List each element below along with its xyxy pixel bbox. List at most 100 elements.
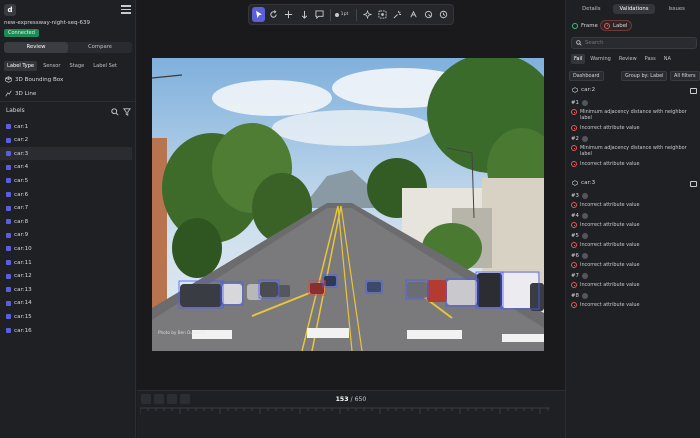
issue-number[interactable]: #8 xyxy=(571,293,588,299)
tab-details[interactable]: Details xyxy=(570,4,613,14)
search-icon[interactable] xyxy=(111,108,119,116)
tab-review[interactable]: Review xyxy=(4,42,68,53)
segment-tool-button[interactable] xyxy=(361,7,374,22)
validation-group-header[interactable]: car:3 xyxy=(572,180,595,186)
tab-sensor[interactable]: Sensor xyxy=(40,61,63,71)
frame-filter-chip[interactable]: Frame xyxy=(569,20,601,31)
issue-number[interactable]: #3 xyxy=(571,193,588,199)
history-icon xyxy=(439,10,448,19)
label-item[interactable]: car:15 xyxy=(0,310,132,323)
history-tool-button[interactable] xyxy=(437,7,450,22)
validation-group-header[interactable]: car:2 xyxy=(572,87,595,93)
left-sidebar: d new-expressway-night-seq-639 Connected… xyxy=(0,0,136,438)
issue-text: Incorrect attribute value xyxy=(580,222,640,228)
label-item[interactable]: car:11 xyxy=(0,256,132,269)
comment-tool-button[interactable] xyxy=(313,7,326,22)
dashboard-button[interactable]: Dashboard xyxy=(569,71,604,81)
comment-icon[interactable] xyxy=(690,181,697,187)
label-item[interactable]: car:16 xyxy=(0,324,132,337)
right-panel: Details Validations Issues Frame Label F… xyxy=(565,0,700,438)
tab-na[interactable]: NA xyxy=(661,54,674,64)
tab-fail[interactable]: Fail xyxy=(571,54,586,64)
tab-pass[interactable]: Pass xyxy=(642,54,659,64)
label-item[interactable]: car:3 xyxy=(0,147,132,161)
track-tool-button[interactable] xyxy=(422,7,435,22)
move-tool-button[interactable] xyxy=(282,7,295,22)
issue-item[interactable]: Incorrect attribute value xyxy=(571,262,695,268)
brush-dot-icon xyxy=(334,12,339,17)
issue-number[interactable]: #6 xyxy=(571,253,588,259)
label-item[interactable]: car:14 xyxy=(0,297,132,310)
error-icon xyxy=(571,109,577,115)
issue-number[interactable]: #2 xyxy=(571,136,588,142)
down-tool-button[interactable] xyxy=(297,7,310,22)
skip-start-button[interactable] xyxy=(141,394,151,404)
select-tool-button[interactable] xyxy=(252,7,266,22)
error-icon xyxy=(571,262,577,268)
issue-item[interactable]: Minimum adjacency distance with neighbor… xyxy=(571,145,695,157)
label-item[interactable]: car:6 xyxy=(0,188,132,201)
label-item[interactable]: car:2 xyxy=(0,134,132,147)
issue-number[interactable]: #1 xyxy=(571,100,588,106)
label-item[interactable]: car:9 xyxy=(0,229,132,242)
label-item[interactable]: car:10 xyxy=(0,242,132,255)
interpolate-tool-button[interactable] xyxy=(407,7,420,22)
tab-label-type[interactable]: Label Type xyxy=(4,61,38,71)
label-filter-chip[interactable]: Label xyxy=(600,20,632,31)
group-by-button[interactable]: Group by: Label xyxy=(621,71,668,81)
issue-item[interactable]: Incorrect attribute value xyxy=(571,125,695,131)
label-item[interactable]: car:4 xyxy=(0,161,132,174)
tab-review[interactable]: Review xyxy=(616,54,640,64)
filter-icon[interactable] xyxy=(123,108,131,116)
label-item[interactable]: car:5 xyxy=(0,174,132,187)
next-frame-button[interactable] xyxy=(180,394,190,404)
error-icon xyxy=(571,161,577,167)
label-item[interactable]: car:12 xyxy=(0,270,132,283)
issue-number[interactable]: #7 xyxy=(571,273,588,279)
tab-stage[interactable]: Stage xyxy=(67,61,88,71)
timeline-ruler[interactable] xyxy=(140,407,550,416)
issue-number[interactable]: #4 xyxy=(571,213,588,219)
issue-item[interactable]: Incorrect attribute value xyxy=(571,222,695,228)
tab-label-set[interactable]: Label Set xyxy=(90,61,120,71)
rotate-tool-button[interactable] xyxy=(267,7,280,22)
label-item[interactable]: car:8 xyxy=(0,215,132,228)
brush-size-value: 1pt xyxy=(340,12,349,17)
assignee-avatar xyxy=(581,193,588,199)
tab-issues[interactable]: Issues xyxy=(655,4,698,14)
issue-item[interactable]: Incorrect attribute value xyxy=(571,161,695,167)
label-color-swatch xyxy=(6,192,11,197)
label-color-swatch xyxy=(6,300,11,306)
label-item[interactable]: car:13 xyxy=(0,283,132,296)
auto-box-tool-button[interactable] xyxy=(376,7,389,22)
prev-frame-button[interactable] xyxy=(154,394,164,404)
tab-warning[interactable]: Warning xyxy=(587,54,614,64)
label-item[interactable]: car:1 xyxy=(0,120,132,133)
camera-frame-image[interactable]: Photo by Ben Dumond xyxy=(152,58,544,351)
play-button[interactable] xyxy=(167,394,177,404)
group-title: car:2 xyxy=(581,87,596,93)
issue-id: #6 xyxy=(571,253,579,259)
assignee-avatar xyxy=(581,100,588,106)
issue-item[interactable]: Incorrect attribute value xyxy=(571,242,695,248)
issue-item[interactable]: Minimum adjacency distance with neighbor… xyxy=(571,109,695,121)
cube-icon xyxy=(572,180,578,186)
app-logo[interactable]: d xyxy=(4,4,16,16)
all-filters-button[interactable]: All filters xyxy=(670,71,700,81)
comment-icon[interactable] xyxy=(690,88,697,94)
label-type-3d-line[interactable]: 3D Line xyxy=(5,90,36,97)
tab-compare[interactable]: Compare xyxy=(68,42,132,53)
menu-icon[interactable] xyxy=(121,5,131,14)
search-input[interactable] xyxy=(585,40,685,46)
tab-validations[interactable]: Validations xyxy=(612,4,656,14)
label-type-3d-box[interactable]: 3D Bounding Box xyxy=(5,76,63,83)
issue-number[interactable]: #5 xyxy=(571,233,588,239)
brush-size-control[interactable]: 1pt xyxy=(334,12,353,17)
label-color-swatch xyxy=(6,328,11,333)
label-color-swatch xyxy=(6,273,11,279)
issue-item[interactable]: Incorrect attribute value xyxy=(571,202,695,208)
smart-tool-button[interactable] xyxy=(391,7,404,22)
label-item[interactable]: car:7 xyxy=(0,202,132,215)
issue-item[interactable]: Incorrect attribute value xyxy=(571,282,695,288)
issue-item[interactable]: Incorrect attribute value xyxy=(571,302,695,308)
